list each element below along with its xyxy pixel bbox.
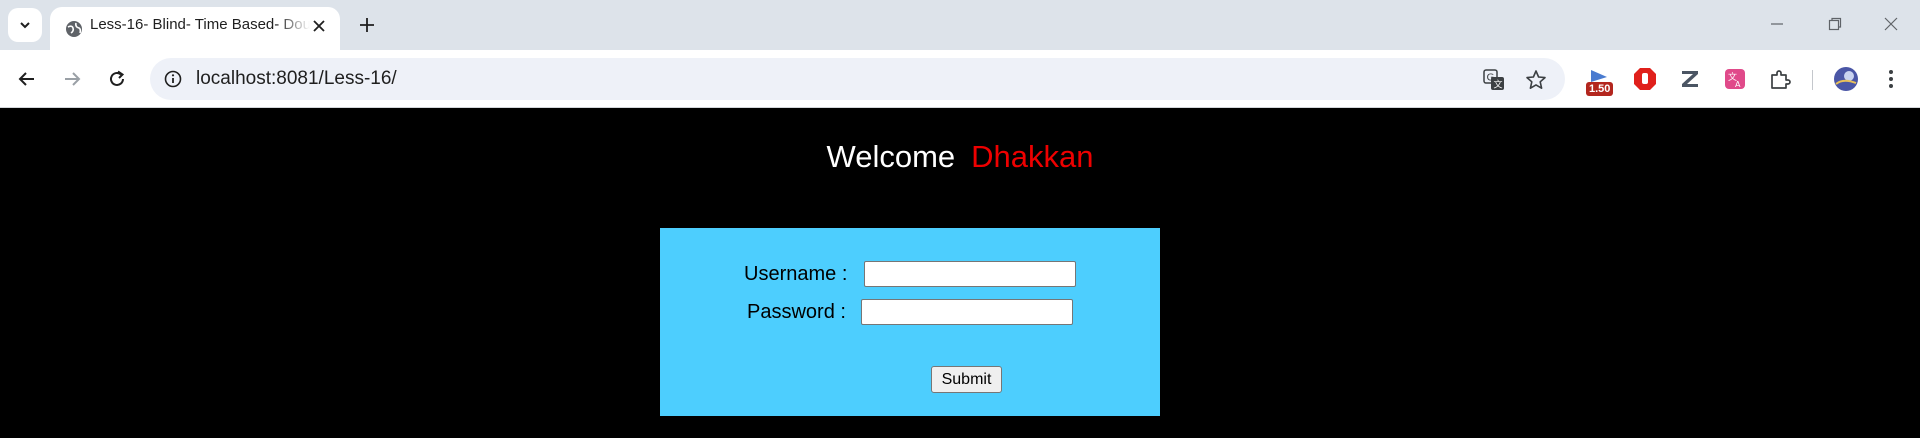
site-info-button[interactable] [160,66,186,92]
reload-button[interactable] [100,62,134,96]
puzzle-icon [1771,70,1791,89]
tab-strip: Less-16- Blind- Time Based- Double quote… [0,0,1920,50]
extension-badge: 1.50 [1586,82,1614,96]
profile-button[interactable] [1831,64,1861,94]
tab-title: Less-16- Blind- Time Based- Double quote… [90,16,310,33]
svg-text:A: A [1735,80,1741,89]
extension-adblock[interactable] [1630,64,1660,94]
url-text[interactable]: localhost:8081/Less-16/ [196,58,397,100]
globe-icon [66,21,82,37]
back-button[interactable] [10,62,44,96]
login-form: Username : Password : Submit [660,228,1160,416]
svg-text:文: 文 [1494,79,1503,91]
translate-button[interactable]: G文 [1481,67,1507,93]
minimize-icon [1771,23,1783,25]
reload-icon [110,70,125,86]
minimize-button[interactable] [1748,0,1806,48]
z-letter-icon [1682,71,1698,87]
window-close-button[interactable] [1862,0,1920,48]
forward-button[interactable] [55,62,89,96]
toolbar-separator [1812,70,1813,90]
password-input[interactable] [861,299,1073,325]
plus-icon [360,18,374,32]
translate-icon: G文 [1483,69,1504,91]
address-bar[interactable]: localhost:8081/Less-16/ G文 [150,58,1565,100]
extension-timer[interactable]: 1.50 [1584,64,1614,96]
chevron-down-icon [20,22,30,29]
translate-app-icon: 文A [1725,69,1745,89]
welcome-name: Dhakkan [971,139,1094,174]
restore-icon [1828,17,1842,31]
more-vert-icon [1889,70,1893,88]
browser-toolbar: localhost:8081/Less-16/ G文 1.50 文A [0,50,1920,108]
stop-hand-icon [1634,68,1656,90]
chrome-menu-button[interactable] [1876,64,1906,94]
forward-icon [65,72,81,86]
page-content: Welcome Dhakkan Username : Password : Sub… [0,109,1920,438]
window-close-icon [1884,17,1898,31]
back-icon [18,72,34,86]
tab-close-button[interactable] [308,15,330,37]
extension-z[interactable] [1675,64,1705,94]
extensions-menu-button[interactable] [1765,64,1795,94]
star-icon [1526,70,1546,89]
welcome-heading: Welcome Dhakkan [0,137,1920,177]
active-tab[interactable]: Less-16- Blind- Time Based- Double quote… [50,7,340,50]
password-label: Password : [747,301,846,323]
info-icon [164,70,182,88]
submit-button[interactable]: Submit [931,366,1002,393]
profile-avatar-icon [1834,67,1858,91]
restore-button[interactable] [1806,0,1864,48]
bookmark-button[interactable] [1523,67,1549,93]
new-tab-button[interactable] [352,10,382,40]
extension-translate[interactable]: 文A [1720,64,1750,94]
username-label: Username : [744,263,848,285]
tab-search-button[interactable] [8,8,42,42]
username-input[interactable] [864,261,1076,287]
close-icon [313,20,325,32]
welcome-text: Welcome [826,139,956,174]
